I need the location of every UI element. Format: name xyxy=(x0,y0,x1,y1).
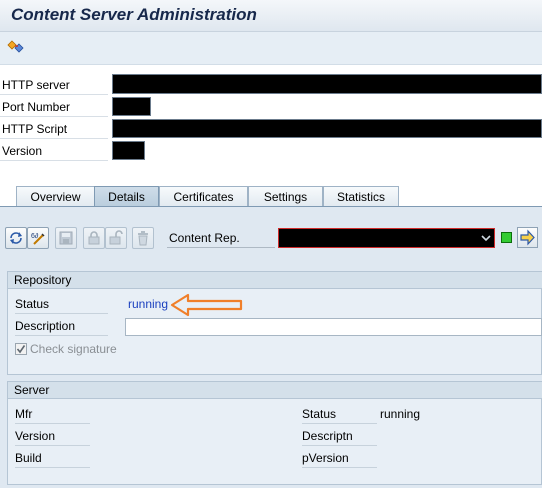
check-signature-checkbox[interactable] xyxy=(15,343,27,355)
content-rep-label: Content Rep. xyxy=(167,228,275,248)
check-signature-label: Check signature xyxy=(30,342,117,356)
version-field[interactable] xyxy=(112,141,145,160)
tab-statistics[interactable]: Statistics xyxy=(323,186,399,207)
server-title: Server xyxy=(8,382,542,399)
technical-info-icon[interactable]: 6∂ xyxy=(27,227,49,249)
application-toolbar xyxy=(0,32,542,65)
tab-settings[interactable]: Settings xyxy=(248,186,323,207)
http-server-field[interactable] xyxy=(112,74,542,94)
server-status-value: running xyxy=(380,407,421,421)
next-arrow-icon[interactable] xyxy=(517,227,538,248)
server-status-label: Status xyxy=(302,405,377,424)
http-script-field[interactable] xyxy=(112,119,542,138)
repository-description-label: Description xyxy=(15,317,108,336)
description-field[interactable] xyxy=(125,318,542,336)
http-script-label: HTTP Script xyxy=(0,119,108,139)
repository-status-value: running xyxy=(128,297,169,311)
change-display-icon[interactable] xyxy=(5,227,27,249)
save-icon[interactable] xyxy=(55,227,77,249)
tab-overview[interactable]: Overview xyxy=(16,186,95,207)
port-number-label: Port Number xyxy=(0,97,108,117)
window-title: Content Server Administration xyxy=(11,5,257,24)
layout-change-icon[interactable] xyxy=(7,39,25,55)
tab-certificates[interactable]: Certificates xyxy=(159,186,248,207)
tab-details[interactable]: Details xyxy=(94,186,159,207)
repository-status-label: Status xyxy=(15,295,108,314)
lock-icon[interactable] xyxy=(83,227,105,249)
status-light-icon xyxy=(501,232,512,243)
delete-icon[interactable] xyxy=(132,227,154,249)
unlock-icon[interactable] xyxy=(105,227,127,249)
content-rep-dropdown[interactable] xyxy=(278,228,495,248)
server-mfr-label: Mfr xyxy=(15,405,90,424)
annotation-arrow-icon xyxy=(170,293,244,320)
server-description-label: Descriptn xyxy=(302,427,377,446)
chevron-down-icon[interactable] xyxy=(480,232,492,244)
repository-title: Repository xyxy=(8,272,542,289)
server-version-label: Version xyxy=(15,427,90,446)
port-number-field[interactable] xyxy=(112,97,151,116)
server-pversion-label: pVersion xyxy=(302,449,377,468)
version-label: Version xyxy=(0,141,108,161)
http-server-label: HTTP server xyxy=(0,75,108,95)
server-build-label: Build xyxy=(15,449,90,468)
